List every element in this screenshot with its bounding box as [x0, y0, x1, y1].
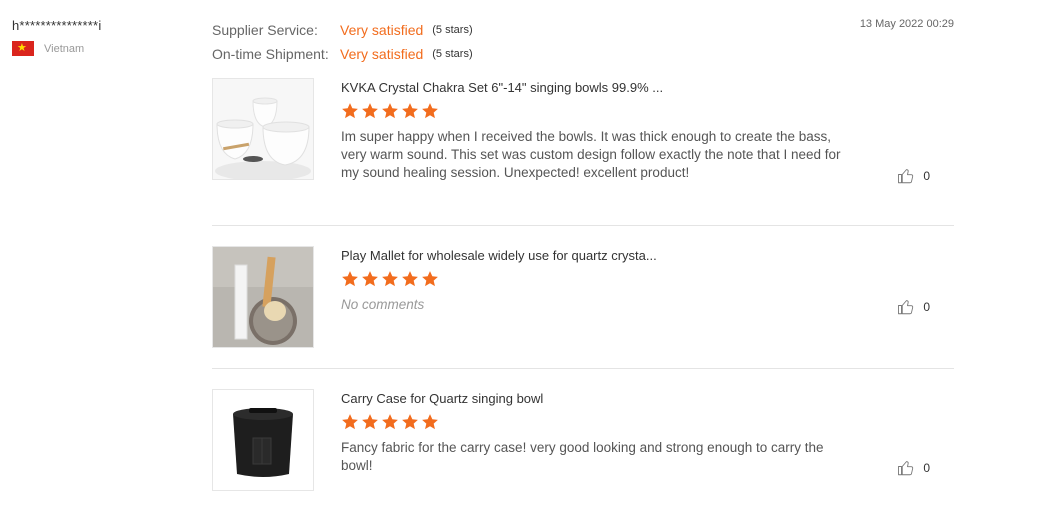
thumbs-up-icon: [898, 169, 914, 184]
like-count: 0: [923, 169, 930, 183]
item-rating-stars: [341, 413, 851, 431]
item-rating-stars: [341, 270, 851, 288]
star-icon: [382, 414, 398, 430]
review-item: Play Mallet for wholesale widely use for…: [212, 246, 954, 369]
star-icon: [402, 271, 418, 287]
supplier-ratings: Supplier Service: Very satisfied (5 star…: [212, 18, 473, 66]
review-comment: Im super happy when I received the bowls…: [341, 129, 841, 180]
thumbs-up-icon: [898, 461, 914, 476]
review-item-body: KVKA Crystal Chakra Set 6"-14" singing b…: [341, 78, 851, 182]
mallet-image: [213, 247, 313, 347]
product-thumbnail[interactable]: [212, 78, 314, 180]
rating-value: Very satisfied: [340, 22, 424, 38]
star-icon: [342, 271, 358, 287]
country-name: Vietnam: [44, 42, 85, 55]
like-button[interactable]: 0: [897, 298, 930, 316]
star-icon: [422, 414, 438, 430]
star-icon: [382, 271, 398, 287]
star-icon: [362, 414, 378, 430]
thumbs-up-icon: [898, 300, 914, 315]
rating-value: Very satisfied: [340, 46, 424, 62]
carry-case-image: [213, 390, 313, 490]
star-icon: [342, 414, 358, 430]
star-icon: [402, 103, 418, 119]
item-rating-stars: [341, 102, 851, 120]
product-title[interactable]: Carry Case for Quartz singing bowl: [341, 391, 851, 407]
like-button[interactable]: 0: [897, 459, 930, 477]
review-item: Carry Case for Quartz singing bowl Fancy…: [212, 389, 954, 493]
review-item: KVKA Crystal Chakra Set 6"-14" singing b…: [212, 78, 954, 226]
product-title[interactable]: KVKA Crystal Chakra Set 6"-14" singing b…: [341, 80, 851, 96]
rating-label: On-time Shipment:: [212, 46, 329, 62]
review-comment: Fancy fabric for the carry case! very go…: [341, 440, 824, 473]
rating-stars-count: (5 stars): [432, 48, 473, 60]
rating-supplier-service: Supplier Service: Very satisfied (5 star…: [212, 18, 473, 42]
star-icon: [422, 271, 438, 287]
like-button[interactable]: 0: [897, 167, 930, 185]
vietnam-flag-icon: ★: [12, 41, 34, 56]
reviewer-info: h***************i ★ Vietnam: [12, 18, 101, 56]
star-icon: [362, 271, 378, 287]
review-item-body: Play Mallet for wholesale widely use for…: [341, 246, 851, 314]
rating-ontime-shipment: On-time Shipment: Very satisfied (5 star…: [212, 42, 473, 66]
product-title[interactable]: Play Mallet for wholesale widely use for…: [341, 248, 851, 264]
reviewer-name: h***************i: [12, 18, 102, 33]
star-icon: [362, 103, 378, 119]
star-icon: [402, 414, 418, 430]
product-thumbnail[interactable]: [212, 389, 314, 491]
star-icon: [342, 103, 358, 119]
star-icon: [422, 103, 438, 119]
rating-stars-count: (5 stars): [432, 24, 473, 36]
review-item-body: Carry Case for Quartz singing bowl Fancy…: [341, 389, 851, 475]
product-thumbnail[interactable]: [212, 246, 314, 348]
reviewer-country: ★ Vietnam: [12, 41, 101, 56]
like-count: 0: [923, 300, 930, 314]
review-comment: No comments: [341, 297, 425, 312]
crystal-bowls-image: [213, 79, 313, 179]
rating-label: Supplier Service:: [212, 22, 318, 38]
review-date: 13 May 2022 00:29: [859, 18, 954, 30]
star-icon: [382, 103, 398, 119]
like-count: 0: [923, 461, 930, 475]
